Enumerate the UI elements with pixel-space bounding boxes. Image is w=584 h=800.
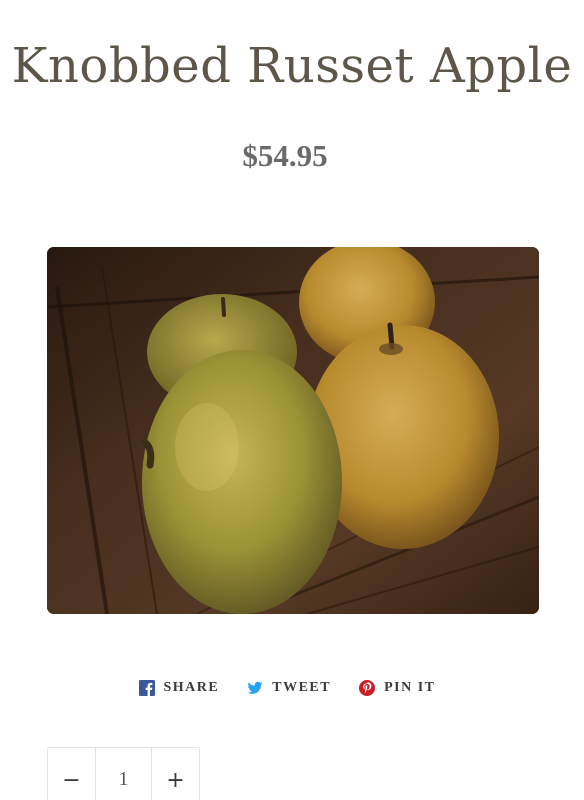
product-price: $54.95: [242, 138, 328, 173]
twitter-icon: [247, 681, 263, 694]
product-image[interactable]: [47, 247, 539, 614]
facebook-icon: [138, 680, 155, 696]
share-pinterest-label: PIN IT: [384, 680, 436, 695]
product-page: Knobbed Russet Apple $54.95 SHARE TWEET …: [0, 0, 584, 800]
share-facebook-label: SHARE: [163, 680, 220, 695]
quantity-input[interactable]: 1: [95, 748, 152, 800]
share-twitter-label: TWEET: [272, 680, 332, 695]
share-facebook-link[interactable]: SHARE: [138, 680, 220, 696]
quantity-stepper: − 1 +: [47, 747, 200, 800]
quantity-increase-button[interactable]: +: [152, 748, 199, 800]
product-title: Knobbed Russet Apple: [11, 38, 573, 94]
social-share-bar: SHARE TWEET PIN IT: [0, 676, 584, 700]
pinterest-icon: [359, 680, 376, 696]
share-twitter-link[interactable]: TWEET: [247, 680, 331, 696]
quantity-decrease-button[interactable]: −: [48, 748, 95, 800]
share-pinterest-link[interactable]: PIN IT: [359, 680, 435, 696]
apple-photo: [47, 247, 539, 614]
